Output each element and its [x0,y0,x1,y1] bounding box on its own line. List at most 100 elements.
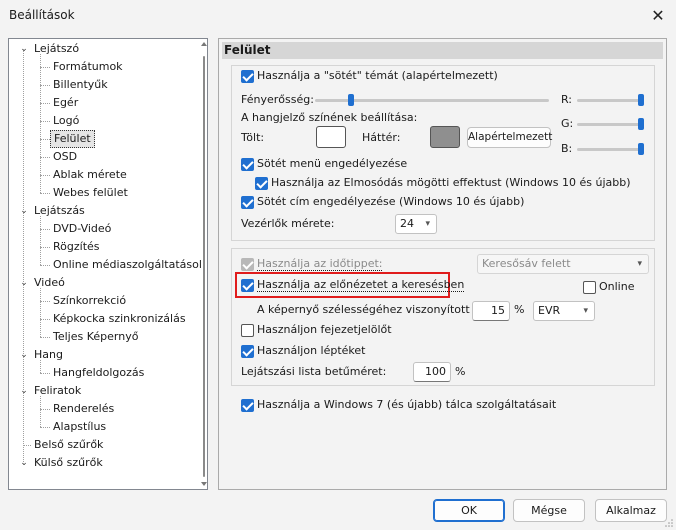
tree-item-alapstílus[interactable]: Alapstílus [50,418,109,436]
chevron-down-icon[interactable]: ⌄ [19,386,29,396]
tree-item-teljes-képernyő[interactable]: Teljes Képernyő [50,328,141,346]
fill-color-swatch[interactable] [316,126,346,148]
tree-connector [40,157,50,158]
cancel-button-label: Mégse [531,504,567,517]
controls-size-select[interactable]: 24 ▾ [395,214,437,234]
default-color-button-label: Alapértelmezett [468,131,553,143]
g-slider[interactable] [577,123,643,126]
r-label: R: [561,93,573,106]
scroll-up-arrow-icon[interactable] [201,42,207,46]
close-icon[interactable]: ✕ [648,6,668,26]
title-bar: Beállítások ✕ [0,0,676,32]
bg-label: Háttér: [362,131,401,144]
tree-item-lejátszó[interactable]: Lejátszó [31,40,82,58]
tree-item-képkocka-szinkronizálás[interactable]: Képkocka szinkronizálás [50,310,189,328]
r-slider-thumb[interactable] [638,94,644,106]
tree-item-hang[interactable]: Hang [31,346,66,364]
taskbar-label: Használja a Windows 7 (és újabb) tálca s… [257,398,557,411]
tree-item-webes-felület[interactable]: Webes felület [50,184,131,202]
tree-item-egér[interactable]: Egér [50,94,81,112]
window-title: Beállítások [9,8,75,22]
tree-connector [40,121,50,122]
tree-branch-line [40,396,41,427]
brightness-slider-thumb[interactable] [348,94,354,106]
cancel-button[interactable]: Mégse [513,499,585,522]
tree-connector [40,265,50,266]
playlist-font-input[interactable]: 100 [413,362,451,382]
tree-item-feliratok[interactable]: Feliratok [31,382,84,400]
tree-item-videó[interactable]: Videó [31,274,68,292]
chevron-down-icon[interactable]: ⌄ [19,350,29,360]
b-slider-thumb[interactable] [638,143,644,155]
online-label: Online [599,280,635,293]
preview-checkbox[interactable] [241,279,254,292]
dark-title-checkbox[interactable] [241,196,254,209]
tree-item-formátumok[interactable]: Formátumok [50,58,126,76]
tree-connector [40,337,50,338]
tree-connector [40,103,50,104]
renderer-select[interactable]: EVR ▾ [533,301,595,321]
dark-menu-label: Sötét menü engedélyezése [257,157,408,170]
online-checkbox[interactable] [583,281,596,294]
controls-size-value: 24 [400,217,414,230]
tree-item-hangfeldolgozás[interactable]: Hangfeldolgozás [50,364,147,382]
chevron-down-icon: ▾ [637,259,642,269]
timetip-select[interactable]: Keresősáv felett ▾ [477,254,649,274]
theme-group [231,65,655,241]
chevron-down-icon: ▾ [583,306,588,316]
dark-menu-checkbox[interactable] [241,158,254,171]
chapter-marks-label: Használjon fejezetjelölőt [257,323,392,336]
tree-item-ablak-mérete[interactable]: Ablak mérete [50,166,130,184]
tree-item-online-médiaszolgáltatásol[interactable]: Online médiaszolgáltatásol [50,256,205,274]
tree-item-rögzítés[interactable]: Rögzítés [50,238,103,256]
tree-connector [40,175,50,176]
playlist-percent-label: % [455,365,466,378]
tree-connector [23,445,31,446]
tree-item-billentyűk[interactable]: Billentyűk [50,76,111,94]
timetip-checkbox[interactable] [241,258,254,271]
tree-connector [40,85,50,86]
settings-panel: Felület Használja a "sötét" témát (alapé… [218,38,667,490]
tree-item-osd[interactable]: OSD [50,148,80,166]
scale-checkbox[interactable] [241,345,254,358]
dark-title-label: Sötét cím engedélyezése (Windows 10 és ú… [257,195,525,208]
scale-label: Használjon léptéket [257,344,366,357]
scroll-down-arrow-icon[interactable] [201,482,207,486]
timetip-select-value: Keresősáv felett [482,257,571,270]
tree-branch-line [40,54,41,193]
ok-button-label: OK [461,504,477,517]
resize-grip-icon[interactable] [664,518,674,528]
g-slider-thumb[interactable] [638,118,644,130]
chevron-down-icon[interactable]: ⌄ [19,458,29,468]
tree-item-dvd-videó[interactable]: DVD-Videó [50,220,114,238]
settings-tree[interactable]: ⌄ Lejátszó Formátumok Billentyűk Egér Logó Fel… [8,38,208,490]
taskbar-checkbox[interactable] [241,399,254,412]
bg-color-swatch[interactable] [430,126,460,148]
tree-trunk-line [23,49,24,464]
tree-connector [40,373,50,374]
tree-item-külső-szűrők[interactable]: Külső szűrők [31,454,106,472]
dark-theme-checkbox[interactable] [241,70,254,83]
default-color-button[interactable]: Alapértelmezett [467,127,553,148]
playlist-font-value: 100 [425,365,446,378]
b-slider[interactable] [577,148,643,151]
tree-item-renderelés[interactable]: Renderelés [50,400,117,418]
fill-label: Tölt: [241,131,265,144]
tree-item-színkorrekció[interactable]: Színkorrekció [50,292,129,310]
chevron-down-icon[interactable]: ⌄ [19,206,29,216]
tree-connector [40,319,50,320]
tree-connector [40,139,50,140]
chevron-down-icon[interactable]: ⌄ [19,278,29,288]
r-slider[interactable] [577,99,643,102]
blur-effect-checkbox[interactable] [255,177,268,190]
preview-width-input[interactable]: 15 [472,301,510,321]
chevron-down-icon[interactable]: ⌄ [19,44,29,54]
blur-effect-label: Használja az Elmosódás mögötti effektust… [271,176,631,189]
tree-connector [40,67,50,68]
chapter-marks-checkbox[interactable] [241,324,254,337]
tree-item-logó[interactable]: Logó [50,112,82,130]
ok-button[interactable]: OK [433,499,505,522]
tree-item-felület[interactable]: Felület [50,130,95,148]
tree-item-belső-szűrők[interactable]: Belső szűrők [31,436,106,454]
apply-button[interactable]: Alkalmaz [595,499,667,522]
